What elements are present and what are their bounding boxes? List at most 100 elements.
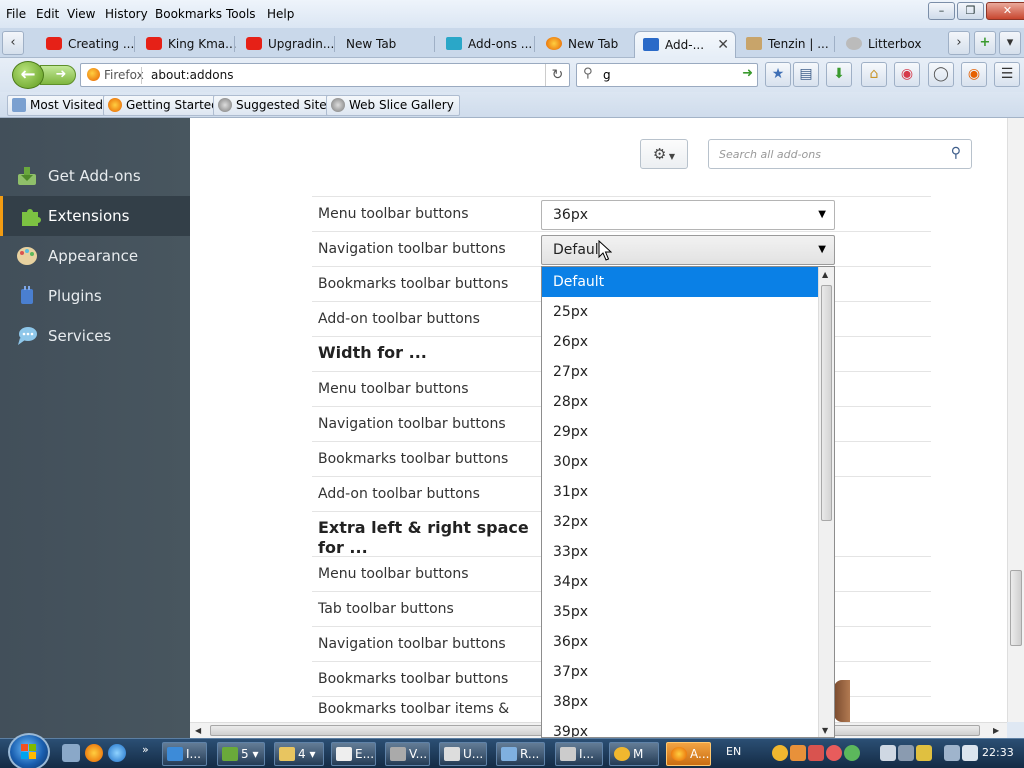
list-all-tabs-button[interactable]: ▾ [999,31,1021,55]
select-option[interactable]: 32px [542,507,818,537]
search-input[interactable]: g [603,68,611,82]
select-option[interactable]: 37px [542,657,818,687]
home-button[interactable]: ⌂ [861,62,887,87]
task-0[interactable]: I... [162,742,207,766]
category-extensions[interactable]: Extensions [0,196,190,236]
tray-flag-icon[interactable] [916,745,932,761]
select-option[interactable]: 34px [542,567,818,597]
task-9-active[interactable]: A... [666,742,711,766]
bookmark-most-visited[interactable]: Most Visited [7,95,110,116]
pocket-button[interactable]: ◉ [894,62,920,87]
bookmark-star-button[interactable]: ★ [765,62,791,87]
task-7[interactable]: I... [555,742,603,766]
select-option[interactable]: Default [542,267,818,297]
select-option[interactable]: 27px [542,357,818,387]
addon-search-field[interactable]: Search all add-ons ⚲ [708,139,972,169]
select-option[interactable]: 26px [542,327,818,357]
firefox-quicklaunch-icon[interactable] [85,744,103,762]
select-option[interactable]: 36px [542,627,818,657]
language-indicator[interactable]: EN [726,745,741,758]
task-4[interactable]: V... [385,742,430,766]
firefox-menu-button[interactable]: ◉ [961,62,987,87]
page-scroll-thumb[interactable] [1010,570,1022,646]
taskbar-clock[interactable]: 22:33 [982,746,1014,759]
tray-error-icon[interactable] [826,745,842,761]
tray-alert-icon[interactable] [808,745,824,761]
dropdown-scrollbar[interactable]: ▲ ▼ [818,267,834,737]
url-bar[interactable]: Firefox about:addons ↻ [80,63,570,87]
search-go-icon[interactable]: ➜ [742,66,753,81]
ie-quicklaunch-icon[interactable] [108,744,126,762]
search-bar[interactable]: ⚲ g ➜ [576,63,758,87]
new-tab-button[interactable]: + [974,31,996,55]
menu-history[interactable]: History [105,7,148,21]
task-2[interactable]: 4 ▾ [274,742,324,766]
navigation-toolbar-height-select[interactable]: Default ▼ [541,235,835,265]
select-option[interactable]: 31px [542,477,818,507]
dropdown-scroll-thumb[interactable] [821,285,832,521]
page-vertical-scrollbar[interactable] [1007,118,1024,722]
scroll-down-icon[interactable]: ▼ [822,726,828,735]
minimize-button[interactable]: – [928,2,955,20]
menu-bookmarks[interactable]: Bookmarks [155,7,222,21]
hamburger-menu-button[interactable]: ☰ [994,62,1020,87]
menu-file[interactable]: File [6,7,26,21]
tray-app-icon[interactable] [790,745,806,761]
tab-scroll-left-button[interactable]: ‹ [2,31,24,55]
scroll-right-icon[interactable]: ▶ [993,726,999,735]
downloads-button[interactable]: ⬇ [826,62,852,87]
tray-monitor-icon[interactable] [880,745,896,761]
tab-3[interactable]: New Tab [338,31,436,58]
addon-search-placeholder[interactable]: Search all add-ons [719,148,821,161]
tab-5[interactable]: New Tab [538,31,636,58]
close-window-button[interactable]: ✕ [986,2,1024,20]
select-option[interactable]: 29px [542,417,818,447]
restore-button[interactable]: ❐ [957,2,984,20]
task-5[interactable]: U... [439,742,487,766]
select-option[interactable]: 38px [542,687,818,717]
tab-8[interactable]: Litterbox [838,31,936,58]
category-appearance[interactable]: Appearance [0,236,190,276]
tab-4[interactable]: Add-ons ... [438,31,536,58]
scroll-left-icon[interactable]: ◀ [195,726,201,735]
bookmark-getting-started[interactable]: Getting Started [103,95,225,116]
menu-tools[interactable]: Tools [226,7,256,21]
select-option[interactable]: 39px [542,717,818,737]
tray-user-icon[interactable] [844,745,860,761]
start-button[interactable] [8,733,50,768]
select-option[interactable]: 28px [542,387,818,417]
menu-view[interactable]: View [67,7,95,21]
tray-volume-icon[interactable] [962,745,978,761]
tab-1[interactable]: King Kma... [138,31,236,58]
tools-gear-button[interactable]: ⚙ ▼ [640,139,688,169]
tray-device-icon[interactable] [898,745,914,761]
tab-0[interactable]: Creating ... [38,31,136,58]
bookmarks-menu-button[interactable]: ▤ [793,62,819,87]
select-option[interactable]: 33px [542,537,818,567]
tab-scroll-right-button[interactable]: › [948,31,970,55]
back-button[interactable]: ← [12,61,44,89]
reload-icon[interactable]: ↻ [545,64,569,86]
close-tab-icon[interactable]: ✕ [717,32,729,58]
select-option[interactable]: 35px [542,597,818,627]
category-get-addons[interactable]: Get Add-ons [0,156,190,196]
quicklaunch-more-icon[interactable]: » [142,743,149,756]
tab-7[interactable]: Tenzin | ... [738,31,836,58]
tray-m-icon[interactable] [772,745,788,761]
task-1[interactable]: 5 ▾ [217,742,265,766]
task-3[interactable]: E... [331,742,376,766]
bookmark-web-slice-gallery[interactable]: Web Slice Gallery [326,95,460,116]
category-services[interactable]: Services [0,316,190,356]
shield-button[interactable]: ◯ [928,62,954,87]
bookmark-suggested-sites[interactable]: Suggested Sites [213,95,339,116]
tab-6-active[interactable]: Add-... ✕ [634,31,736,58]
url-text[interactable]: about:addons [151,68,233,82]
tray-network-icon[interactable] [944,745,960,761]
tab-2[interactable]: Upgradin... [238,31,336,58]
menu-toolbar-height-select[interactable]: 36px ▼ [541,200,835,230]
category-plugins[interactable]: Plugins [0,276,190,316]
search-icon[interactable]: ⚲ [951,145,961,161]
identity-box[interactable]: Firefox [87,68,144,82]
menu-edit[interactable]: Edit [36,7,59,21]
select-option[interactable]: 25px [542,297,818,327]
